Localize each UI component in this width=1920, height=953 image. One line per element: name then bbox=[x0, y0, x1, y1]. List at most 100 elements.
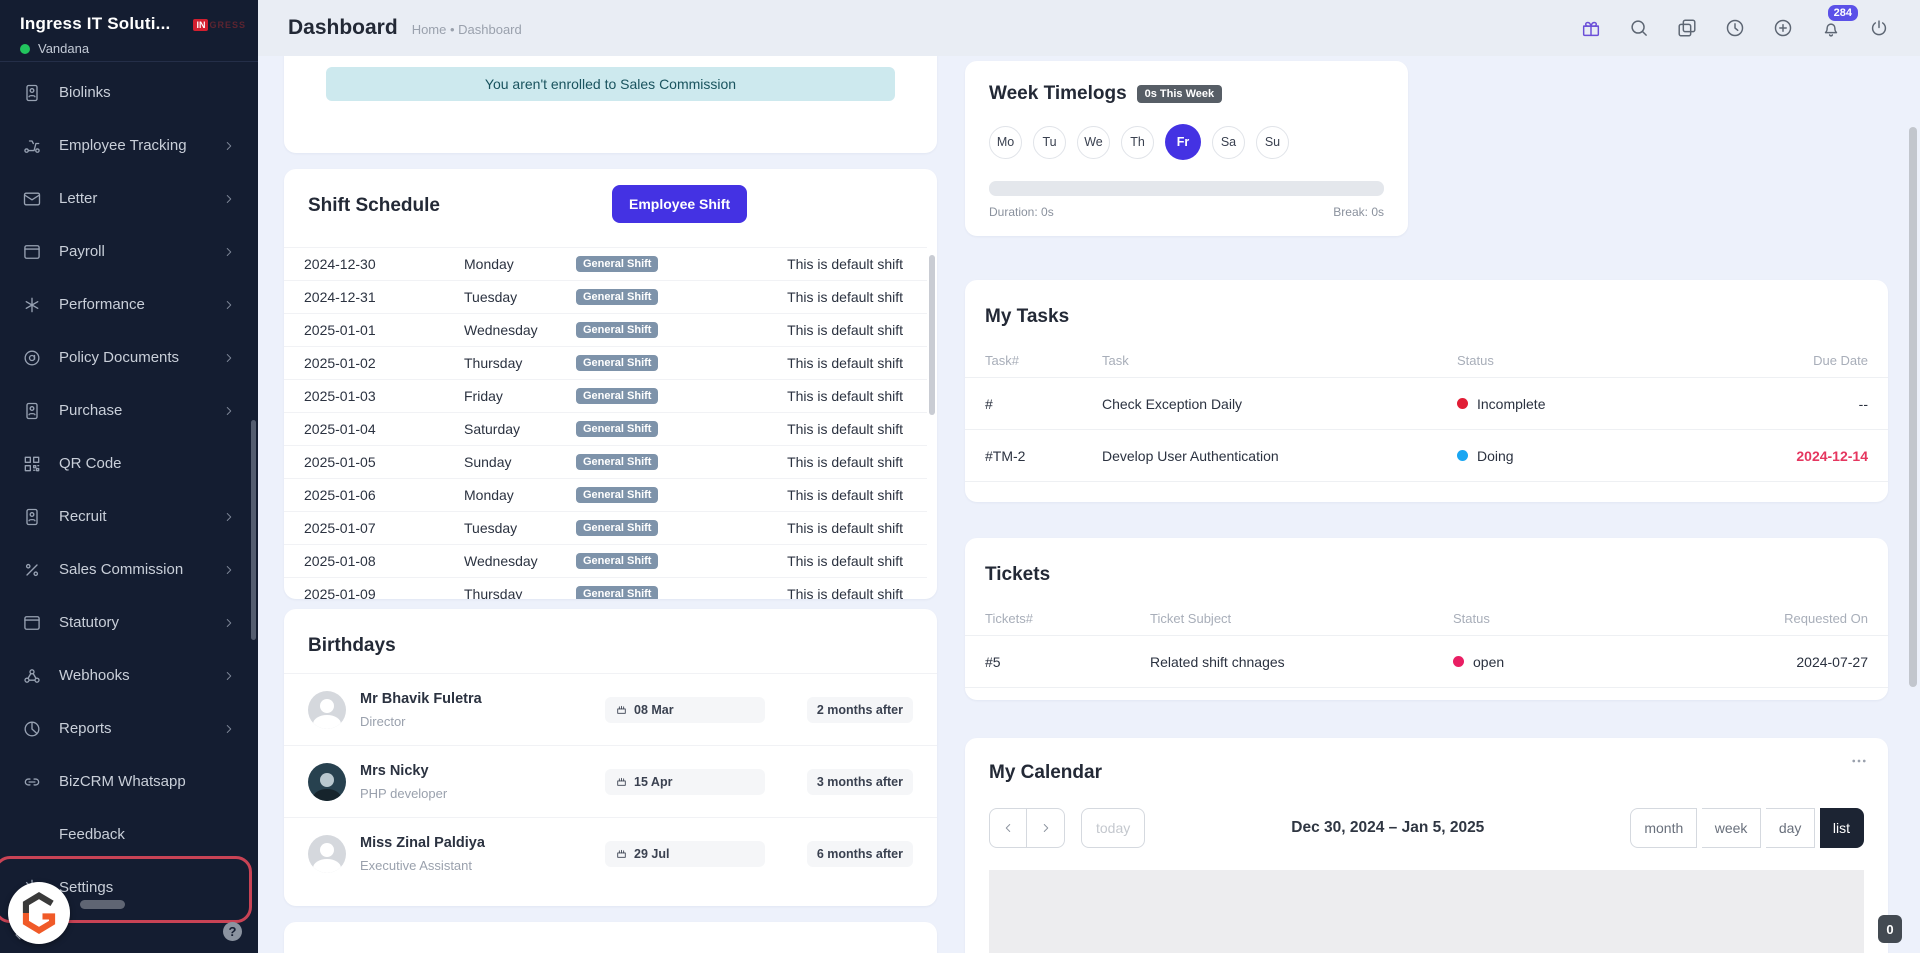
search-icon[interactable] bbox=[1628, 17, 1650, 39]
clock-icon[interactable] bbox=[1724, 17, 1746, 39]
page-scrollbar-thumb[interactable] bbox=[1909, 127, 1917, 687]
birthday-person: Miss Zinal PaldiyaExecutive Assistant bbox=[360, 835, 605, 873]
sidebar-drag-pill[interactable] bbox=[80, 900, 125, 909]
employee-shift-button[interactable]: Employee Shift bbox=[612, 185, 747, 223]
avatar bbox=[308, 763, 346, 801]
sidebar-header: Ingress IT Soluti... Vandana IN GRESS bbox=[0, 0, 258, 62]
calendar-view-week[interactable]: week bbox=[1702, 808, 1762, 848]
tickets-title: Tickets bbox=[965, 538, 1888, 602]
calendar-body bbox=[989, 870, 1864, 953]
enrollment-alert: You aren't enrolled to Sales Commission bbox=[326, 67, 895, 101]
sidebar-item-biolinks[interactable]: Biolinks bbox=[0, 66, 258, 119]
shift-day: Sunday bbox=[464, 454, 576, 470]
bizcrm-logo-icon bbox=[12, 886, 66, 940]
avatar bbox=[308, 835, 346, 873]
shift-day: Thursday bbox=[464, 586, 576, 599]
calendar-view-day[interactable]: day bbox=[1766, 808, 1816, 848]
my-tasks-title: My Tasks bbox=[965, 280, 1888, 344]
sidebar-item-bizcrm-whatsapp[interactable]: BizCRM Whatsapp bbox=[0, 755, 258, 808]
day-pill-th[interactable]: Th bbox=[1121, 126, 1154, 159]
sidebar-scrollbar-thumb[interactable] bbox=[251, 420, 256, 640]
shift-schedule-title: Shift Schedule bbox=[308, 195, 440, 217]
shift-note: This is default shift bbox=[766, 322, 903, 338]
sidebar-item-label: Purchase bbox=[59, 402, 222, 419]
id-card-icon bbox=[22, 401, 42, 421]
timelog-progress-bar bbox=[989, 181, 1384, 196]
shift-table[interactable]: 2024-12-30Monday General Shift This is def… bbox=[284, 247, 927, 599]
sidebar-item-feedback[interactable]: Feedback bbox=[0, 808, 258, 861]
sidebar-item-employee-tracking[interactable]: Employee Tracking bbox=[0, 119, 258, 172]
shift-row: 2025-01-07TuesdayGeneral ShiftThis is de… bbox=[284, 511, 927, 544]
calendar-view-list-active[interactable]: list bbox=[1820, 808, 1864, 848]
shift-type-badge: General Shift bbox=[576, 553, 658, 569]
sidebar-item-reports[interactable]: Reports bbox=[0, 702, 258, 755]
day-pill-we[interactable]: We bbox=[1077, 126, 1110, 159]
calendar-view-month[interactable]: month bbox=[1630, 808, 1697, 848]
sidebar-item-statutory[interactable]: Statutory bbox=[0, 596, 258, 649]
sidebar-item-webhooks[interactable]: Webhooks bbox=[0, 649, 258, 702]
avatar bbox=[308, 691, 346, 729]
timelog-footer: Duration: 0s Break: 0s bbox=[989, 205, 1384, 219]
calendar-next-button[interactable] bbox=[1027, 808, 1065, 848]
shift-day: Monday bbox=[464, 256, 576, 272]
calendar-today-button[interactable]: today bbox=[1081, 808, 1145, 848]
shift-row: 2025-01-06MondayGeneral ShiftThis is def… bbox=[284, 478, 927, 511]
shift-row: 2025-01-01WednesdayGeneral ShiftThis is … bbox=[284, 313, 927, 346]
chevron-right-icon bbox=[222, 669, 236, 683]
birthday-date-pill: 08 Mar bbox=[605, 697, 765, 723]
col-ticket-status: Status bbox=[1453, 611, 1718, 626]
sidebar-item-label: Reports bbox=[59, 720, 222, 737]
sidebar-item-purchase[interactable]: Purchase bbox=[0, 384, 258, 437]
shift-note: This is default shift bbox=[766, 355, 903, 371]
task-row: #TM-2 Develop User Authentication Doing … bbox=[965, 430, 1888, 482]
sidebar-item-qr-code[interactable]: QR Code bbox=[0, 437, 258, 490]
shift-row: 2024-12-30MondayGeneral ShiftThis is def… bbox=[284, 247, 927, 280]
help-icon[interactable]: ? bbox=[223, 922, 242, 941]
shift-table-scrollbar-thumb[interactable] bbox=[929, 255, 935, 415]
sidebar-item-recruit[interactable]: Recruit bbox=[0, 490, 258, 543]
notifications-bell-icon[interactable]: 284 bbox=[1820, 17, 1842, 39]
shift-row: 2025-01-09ThursdayGeneral ShiftThis is d… bbox=[284, 577, 927, 599]
sidebar-item-performance[interactable]: Performance bbox=[0, 278, 258, 331]
gift-icon[interactable] bbox=[1580, 17, 1602, 39]
sidebar-nav: Biolinks Employee Tracking Letter Payrol… bbox=[0, 66, 258, 914]
chevron-right-icon bbox=[222, 722, 236, 736]
day-pill-tu[interactable]: Tu bbox=[1033, 126, 1066, 159]
notes-icon[interactable] bbox=[1676, 17, 1698, 39]
sidebar-item-sales-commission[interactable]: Sales Commission bbox=[0, 543, 258, 596]
shift-day: Tuesday bbox=[464, 289, 576, 305]
person-role: Executive Assistant bbox=[360, 858, 605, 873]
day-pill-mo[interactable]: Mo bbox=[989, 126, 1022, 159]
user-name: Vandana bbox=[38, 41, 89, 56]
logout-power-icon[interactable] bbox=[1868, 17, 1890, 39]
sidebar-item-letter[interactable]: Letter bbox=[0, 172, 258, 225]
week-timelogs-header: Week Timelogs 0s This Week bbox=[989, 83, 1384, 105]
sidebar-item-policy-documents[interactable]: Policy Documents bbox=[0, 331, 258, 384]
add-icon[interactable] bbox=[1772, 17, 1794, 39]
day-pill-sa[interactable]: Sa bbox=[1212, 126, 1245, 159]
calendar-prev-button[interactable] bbox=[989, 808, 1027, 848]
chevron-right-icon bbox=[222, 563, 236, 577]
sidebar-item-label: Payroll bbox=[59, 243, 222, 260]
debug-count-badge[interactable]: 0 bbox=[1878, 915, 1902, 943]
cake-icon bbox=[615, 775, 628, 788]
window-icon bbox=[22, 613, 42, 633]
no-icon bbox=[22, 825, 42, 845]
shift-date: 2024-12-30 bbox=[304, 256, 464, 272]
birthday-date-pill: 29 Jul bbox=[605, 841, 765, 867]
shift-note: This is default shift bbox=[766, 553, 903, 569]
day-pill-su[interactable]: Su bbox=[1256, 126, 1289, 159]
qr-code-icon bbox=[22, 454, 42, 474]
bizcrm-logo-badge[interactable] bbox=[8, 882, 70, 944]
shift-schedule-header: Shift Schedule Employee Shift bbox=[284, 169, 937, 217]
shift-row: 2025-01-05SundayGeneral ShiftThis is def… bbox=[284, 445, 927, 478]
topbar: Dashboard Home • Dashboard 284 bbox=[258, 0, 1920, 56]
sidebar-item-payroll[interactable]: Payroll bbox=[0, 225, 258, 278]
person-name: Mrs Nicky bbox=[360, 763, 605, 779]
shift-row: 2025-01-04SaturdayGeneral ShiftThis is d… bbox=[284, 412, 927, 445]
shift-note: This is default shift bbox=[766, 289, 903, 305]
day-pill-fr-selected[interactable]: Fr bbox=[1165, 124, 1201, 160]
shift-date: 2025-01-01 bbox=[304, 322, 464, 338]
calendar-menu-icon[interactable] bbox=[1850, 752, 1868, 775]
main-content: You aren't enrolled to Sales Commission … bbox=[258, 56, 1920, 953]
